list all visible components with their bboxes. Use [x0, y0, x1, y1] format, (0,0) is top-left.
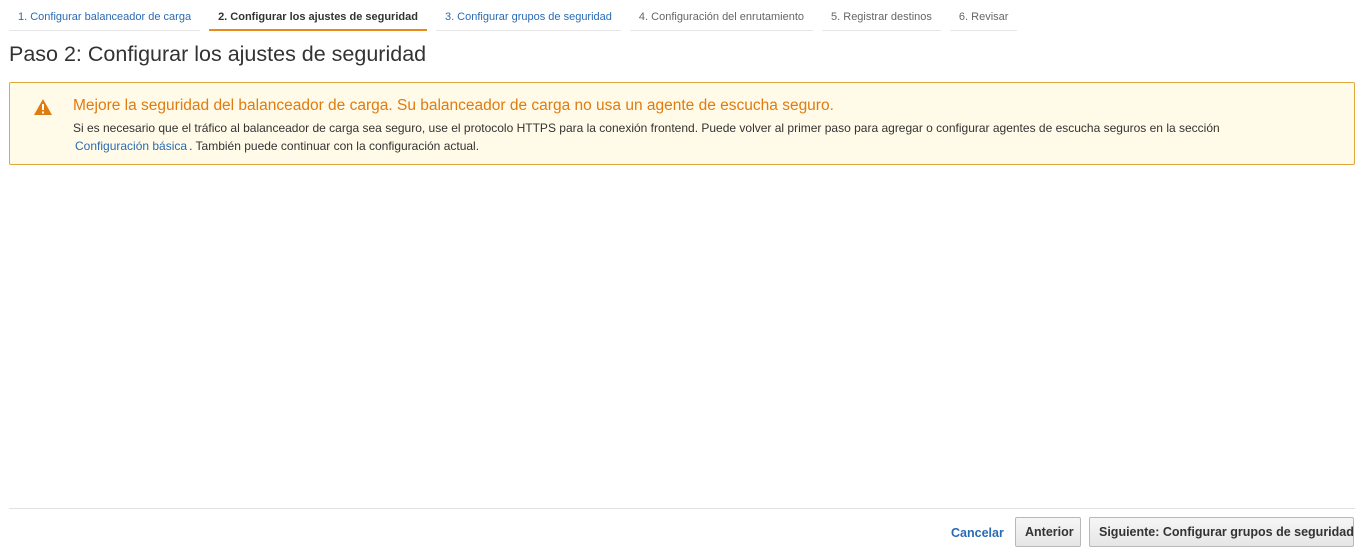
wizard-step-1[interactable]: 1. Configurar balanceador de carga: [9, 0, 201, 31]
wizard-steps: 1. Configurar balanceador de carga 2. Co…: [9, 0, 1026, 31]
security-warning-alert: Mejore la seguridad del balanceador de c…: [9, 82, 1355, 165]
basic-configuration-link[interactable]: Configuración básica: [73, 139, 189, 153]
alert-title: Mejore la seguridad del balanceador de c…: [73, 97, 834, 114]
cancel-button[interactable]: Cancelar: [944, 519, 1011, 547]
next-configure-security-groups-button[interactable]: Siguiente: Configurar grupos de segurida…: [1089, 517, 1354, 547]
alert-body-text: Si es necesario que el tráfico al balanc…: [73, 121, 1220, 135]
wizard-step-6: 6. Revisar: [949, 0, 1018, 31]
wizard-step-3[interactable]: 3. Configurar grupos de seguridad: [435, 0, 621, 31]
wizard-step-4: 4. Configuración del enrutamiento: [629, 0, 814, 31]
wizard-step-5: 5. Registrar destinos: [822, 0, 941, 31]
alert-body: Si es necesario que el tráfico al balanc…: [73, 119, 1343, 155]
alert-body-text-end: . También puede continuar con la configu…: [189, 139, 480, 153]
wizard-step-2-active[interactable]: 2. Configurar los ajustes de seguridad: [209, 0, 427, 31]
previous-button[interactable]: Anterior: [1015, 517, 1081, 547]
warning-icon: [34, 99, 52, 115]
footer-divider: [9, 508, 1355, 509]
page-title: Paso 2: Configurar los ajustes de seguri…: [9, 42, 427, 66]
